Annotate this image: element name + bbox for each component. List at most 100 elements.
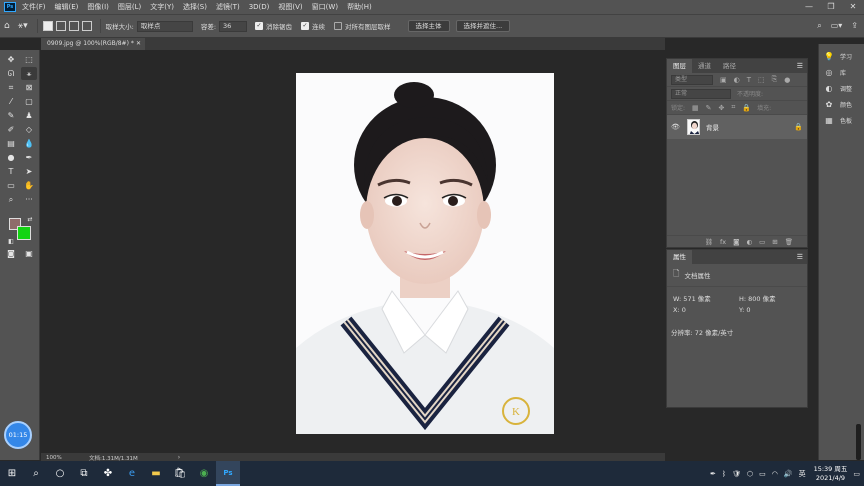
home-icon[interactable]: ⌂ [4,21,10,31]
sample-size-select[interactable]: 取样点 [136,20,193,32]
tolerance-input[interactable]: 36 [219,20,248,32]
search-icon[interactable]: ⌕ [817,21,821,31]
magic-wand-tool-icon[interactable]: ⚹ [21,67,37,80]
y-value[interactable]: Y: 0 [739,306,751,314]
share-icon[interactable]: ⇪ [851,21,858,31]
screen-mode-icon[interactable]: ▣ [21,247,37,260]
lock-position-icon[interactable]: ✥ [719,104,725,112]
stamp-tool-icon[interactable]: ♟ [21,109,37,122]
group-icon[interactable]: ▭ [759,238,765,246]
tab-properties[interactable]: 属性 [667,250,692,264]
more-tools-icon[interactable]: ··· [21,193,37,206]
task-view-icon[interactable]: ⧉ [72,461,96,486]
filter-smart-icon[interactable]: ⎘ [772,75,778,84]
menu-window[interactable]: 窗口(W) [312,2,338,12]
dodge-tool-icon[interactable]: ● [3,151,19,164]
pinwheel-app-icon[interactable]: ✤ [96,461,120,486]
photoshop-taskbar-icon[interactable]: Ps [216,461,240,486]
workspace-icon[interactable]: ▭▾ [831,21,843,31]
filter-shape-icon[interactable]: ⬚ [758,76,765,84]
menu-image[interactable]: 图像(I) [87,2,109,12]
blur-tool-icon[interactable]: 💧 [21,137,37,150]
height-value[interactable]: H: 800 像素 [739,293,776,303]
menu-file[interactable]: 文件(F) [22,2,46,12]
menu-help[interactable]: 帮助(H) [347,2,372,12]
tab-channels[interactable]: 通道 [692,59,717,73]
filter-pixel-icon[interactable]: ▣ [720,76,727,84]
restore-button[interactable]: ❐ [820,0,842,14]
delete-layer-icon[interactable]: 🗑 [785,238,793,246]
store-icon[interactable]: 🛍 [168,461,192,486]
pen-icon[interactable]: ✒ [710,470,716,478]
link-layers-icon[interactable]: ⛓ [705,238,713,246]
width-value[interactable]: W: 571 像素 [673,293,711,303]
select-subject-button[interactable]: 选择主体 [407,20,450,32]
blend-mode-select[interactable]: 正常 [671,88,731,99]
green-app-icon[interactable]: ◉ [192,461,216,486]
eraser-tool-icon[interactable]: ◇ [21,123,37,136]
windows-start-icon[interactable]: ⊞ [0,461,24,486]
sample-all-layers-checkbox[interactable] [334,22,343,30]
bluetooth-icon[interactable]: ᛒ [722,470,726,478]
lock-all-icon[interactable]: 🔒 [742,104,751,112]
close-button[interactable]: ✕ [842,0,864,14]
dock-adjustments[interactable]: ◐ 调整 [824,84,853,93]
layer-row-background[interactable]: 👁 背景 🔒 [667,115,807,139]
history-brush-icon[interactable]: ✐ [3,123,19,136]
visibility-eye-icon[interactable]: 👁 [671,123,683,131]
tab-paths[interactable]: 路径 [717,59,742,73]
ime-indicator[interactable]: 英 [799,469,806,479]
crop-tool-icon[interactable]: ⌗ [3,81,19,94]
menu-3d[interactable]: 3D(D) [249,3,270,11]
marquee-tool-icon[interactable]: ⬚ [21,53,37,66]
lasso-tool-icon[interactable]: ᘏ [3,67,19,80]
swap-colors-icon[interactable]: ⇄ [22,213,38,226]
menu-layer[interactable]: 图层(L) [118,2,141,12]
document-tab[interactable]: 0909.jpg @ 100%(RGB/8#) * ✕ [41,38,145,50]
status-menu-arrow[interactable]: › [178,454,180,461]
file-explorer-icon[interactable]: ▬ [144,461,168,486]
move-tool-icon[interactable]: ✥ [3,53,19,66]
clock[interactable]: 15:39 周五 2021/4/9 [814,465,848,483]
menu-view[interactable]: 视图(V) [278,2,302,12]
add-selection-icon[interactable] [55,21,66,31]
quick-mask-icon[interactable]: ◙ [3,247,19,260]
menu-filter[interactable]: 滤镜(T) [216,2,240,12]
search-icon[interactable]: ⌕ [24,461,48,486]
lock-transparent-icon[interactable]: ▦ [692,104,699,112]
fx-icon[interactable]: fx [720,238,726,246]
menu-select[interactable]: 选择(S) [183,2,207,12]
panel-menu-icon[interactable]: ☰ [797,253,803,261]
antialias-checkbox[interactable]: ✓ [255,22,264,30]
patch-tool-icon[interactable]: ▢ [21,95,37,108]
dock-swatches[interactable]: ▦ 色板 [824,116,852,125]
minimize-button[interactable]: — [798,0,820,14]
close-tab-icon[interactable]: ✕ [136,38,141,50]
portrait-photo[interactable]: K [296,73,554,434]
notifications-icon[interactable]: ▭ [853,470,860,478]
filter-adjust-icon[interactable]: ◐ [734,76,740,84]
dock-learn[interactable]: 💡 学习 [824,52,852,61]
background-color-swatch[interactable] [17,226,31,240]
cortana-icon[interactable]: ○ [48,461,72,486]
menu-type[interactable]: 文字(Y) [150,2,174,12]
magic-wand-icon[interactable]: ⚹▾ [18,21,28,31]
zoom-level[interactable]: 100% [41,455,81,461]
dock-libraries[interactable]: ◎ 库 [824,68,847,77]
network-icon[interactable]: ⬡ [747,470,753,478]
x-value[interactable]: X: 0 [673,306,686,314]
dock-scrollbar[interactable] [856,424,861,460]
layer-name[interactable]: 背景 [706,122,719,132]
shape-tool-icon[interactable]: ▭ [3,179,19,192]
path-select-icon[interactable]: ➤ [21,165,37,178]
eyedropper-tool-icon[interactable]: ⁄ [3,95,19,108]
wifi-icon[interactable]: ◠ [772,470,778,478]
dock-color[interactable]: ✿ 颜色 [824,100,852,109]
security-icon[interactable]: 🛡 [732,470,741,478]
tab-layers[interactable]: 图层 [667,59,692,73]
filter-toggle-icon[interactable]: ● [784,76,790,84]
layer-filter-select[interactable]: 类型 [671,74,713,85]
frame-tool-icon[interactable]: ⊠ [21,81,37,94]
hand-tool-icon[interactable]: ✋ [21,179,37,192]
gradient-tool-icon[interactable]: ▤ [3,137,19,150]
